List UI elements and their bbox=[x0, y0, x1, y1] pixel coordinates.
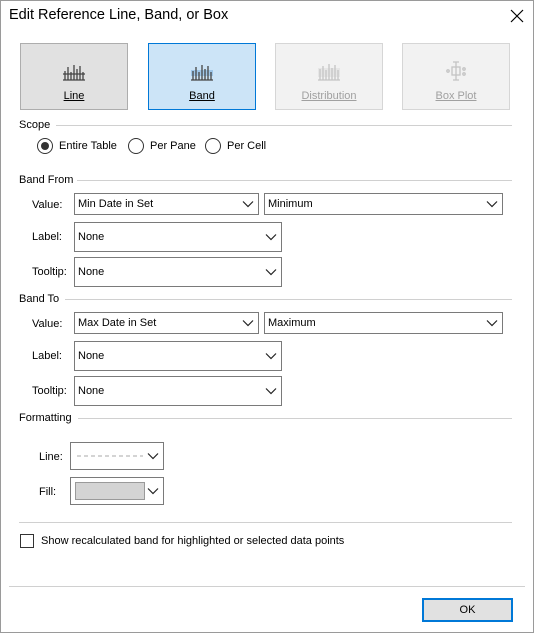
line-style-select[interactable] bbox=[70, 442, 164, 470]
distribution-type-button[interactable]: Distribution bbox=[275, 43, 383, 110]
band-to-tooltip-label: Tooltip: bbox=[32, 385, 67, 397]
band-to-tooltip-select[interactable]: None bbox=[74, 376, 282, 406]
chevron-down-icon bbox=[486, 201, 498, 208]
chevron-down-icon bbox=[486, 320, 498, 327]
band-from-label-text: None bbox=[78, 231, 105, 243]
box-plot-icon bbox=[446, 61, 466, 81]
band-to-aggregation-text: Maximum bbox=[268, 317, 316, 329]
dashed-line-icon bbox=[77, 455, 143, 457]
band-from-tooltip-label: Tooltip: bbox=[32, 266, 67, 278]
footer-divider bbox=[9, 586, 525, 587]
band-from-tooltip-text: None bbox=[78, 266, 105, 278]
band-from-value-text: Min Date in Set bbox=[78, 198, 154, 210]
chevron-down-icon bbox=[147, 453, 159, 460]
line-style-label: Line: bbox=[39, 451, 63, 463]
chevron-down-icon bbox=[242, 320, 254, 327]
chevron-down-icon bbox=[147, 488, 159, 495]
band-from-label-select[interactable]: None bbox=[74, 222, 282, 252]
band-chart-icon bbox=[191, 65, 213, 81]
formatting-divider bbox=[78, 418, 512, 419]
edit-reference-dialog: Edit Reference Line, Band, or Box Line B… bbox=[0, 0, 534, 633]
dialog-title: Edit Reference Line, Band, or Box bbox=[9, 7, 229, 23]
scope-entire-table-label: Entire Table bbox=[59, 140, 117, 152]
scope-per-pane-radio[interactable]: Per Pane bbox=[128, 138, 196, 154]
scope-divider bbox=[56, 125, 512, 126]
radio-selected-icon bbox=[37, 138, 53, 154]
band-to-aggregation-select[interactable]: Maximum bbox=[264, 312, 503, 334]
band-type-button[interactable]: Band bbox=[148, 43, 256, 110]
band-from-value-select[interactable]: Min Date in Set bbox=[74, 193, 259, 215]
chevron-down-icon bbox=[265, 388, 277, 395]
chevron-down-icon bbox=[265, 234, 277, 241]
fill-color-select[interactable] bbox=[70, 477, 164, 505]
chevron-down-icon bbox=[265, 353, 277, 360]
band-from-heading: Band From bbox=[19, 174, 74, 186]
chevron-down-icon bbox=[242, 201, 254, 208]
band-to-value-label: Value: bbox=[32, 318, 63, 330]
formatting-bottom-divider bbox=[19, 522, 512, 523]
box-plot-type-label: Box Plot bbox=[435, 90, 477, 102]
recalculated-band-label[interactable]: Show recalculated band for highlighted o… bbox=[41, 535, 344, 547]
band-to-value-select[interactable]: Max Date in Set bbox=[74, 312, 259, 334]
band-type-label: Band bbox=[189, 90, 215, 102]
chevron-down-icon bbox=[265, 269, 277, 276]
scope-per-cell-label: Per Cell bbox=[227, 140, 267, 152]
band-to-divider bbox=[65, 299, 512, 300]
distribution-chart-icon bbox=[318, 64, 340, 81]
band-to-heading: Band To bbox=[19, 293, 60, 305]
ok-button[interactable]: OK bbox=[422, 598, 513, 622]
close-icon[interactable] bbox=[504, 3, 530, 29]
scope-per-cell-radio[interactable]: Per Cell bbox=[205, 138, 266, 154]
scope-heading: Scope bbox=[19, 119, 51, 131]
fill-color-swatch bbox=[75, 482, 145, 500]
band-to-value-text: Max Date in Set bbox=[78, 317, 157, 329]
band-from-divider bbox=[77, 180, 512, 181]
band-to-label-label: Label: bbox=[32, 350, 62, 362]
distribution-type-label: Distribution bbox=[301, 90, 357, 102]
band-to-label-text: None bbox=[78, 350, 105, 362]
recalculated-band-checkbox[interactable] bbox=[20, 534, 34, 548]
band-from-aggregation-text: Minimum bbox=[268, 198, 313, 210]
band-to-label-select[interactable]: None bbox=[74, 341, 282, 371]
band-from-tooltip-select[interactable]: None bbox=[74, 257, 282, 287]
radio-unselected-icon bbox=[128, 138, 144, 154]
band-from-value-label: Value: bbox=[32, 199, 63, 211]
line-chart-icon bbox=[63, 65, 85, 81]
fill-color-label: Fill: bbox=[39, 486, 57, 498]
band-from-label-label: Label: bbox=[32, 231, 62, 243]
band-to-tooltip-text: None bbox=[78, 385, 105, 397]
line-type-label: Line bbox=[63, 90, 85, 102]
formatting-heading: Formatting bbox=[19, 412, 72, 424]
box-plot-type-button[interactable]: Box Plot bbox=[402, 43, 510, 110]
radio-unselected-icon bbox=[205, 138, 221, 154]
scope-per-pane-label: Per Pane bbox=[150, 140, 196, 152]
scope-entire-table-radio[interactable]: Entire Table bbox=[37, 138, 117, 154]
band-from-aggregation-select[interactable]: Minimum bbox=[264, 193, 503, 215]
line-type-button[interactable]: Line bbox=[20, 43, 128, 110]
